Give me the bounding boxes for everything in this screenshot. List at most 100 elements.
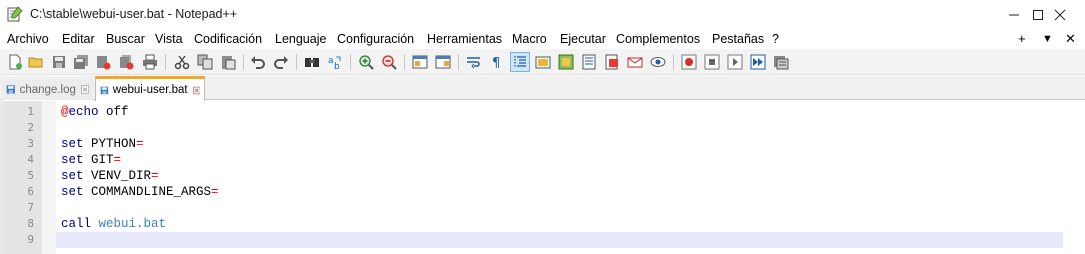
zoom-out-button[interactable] [379,52,399,72]
code-token: set [61,185,84,199]
undo-button[interactable] [248,52,268,72]
redo-button[interactable] [271,52,291,72]
paste-button[interactable] [218,52,238,72]
svg-text:¶: ¶ [492,56,500,70]
toolbar-separator [404,54,405,70]
menu-pestanas[interactable]: Pestañas [712,32,764,46]
sync-horizontal-icon [435,55,451,69]
tab-change-log[interactable]: change.log [2,79,93,100]
menu-vista[interactable]: Vista [155,32,183,46]
menu-buscar[interactable]: Buscar [106,32,145,46]
cut-icon [174,55,190,70]
paste-icon [222,56,236,70]
code-line[interactable]: @echo off [61,104,129,120]
toolbar-separator [350,54,351,70]
code-line[interactable]: set GIT= [61,152,121,168]
sync-horizontal-scroll-button[interactable] [433,52,453,72]
new-tab-plus-button[interactable]: + [1018,31,1026,46]
line-number: 2 [27,121,34,134]
code-token: = [136,137,144,151]
replace-button[interactable]: ab [325,52,345,72]
code-token: off [98,105,129,119]
indent-guide-button[interactable] [510,52,530,72]
code-token: GIT [83,153,114,167]
menu-ejecutar[interactable]: Ejecutar [560,32,606,46]
show-all-characters-button[interactable]: ¶ [487,52,507,72]
close-tab-icon[interactable] [192,85,200,96]
function-list-button[interactable] [579,52,599,72]
document-list-button[interactable] [625,52,645,72]
menu-macro[interactable]: Macro [512,32,547,46]
open-file-button[interactable] [26,52,46,72]
saved-file-icon [100,86,109,94]
monitoring-button[interactable] [648,52,668,72]
line-number: 7 [27,201,34,214]
close-document-button[interactable]: ✕ [1065,31,1076,47]
fold-margin [42,101,56,254]
menu-configuracion[interactable]: Configuración [337,32,414,46]
udl-icon [535,56,551,69]
close-window-button[interactable] [1037,0,1083,30]
cut-button[interactable] [172,52,192,72]
document-map-button[interactable] [556,52,576,72]
close-tab-icon[interactable] [80,84,89,95]
menu-help[interactable]: ? [772,32,779,46]
code-token: VENV_DIR [83,169,152,183]
find-button[interactable] [302,52,322,72]
menu-herramientas[interactable]: Herramientas [427,32,502,46]
word-wrap-button[interactable] [464,52,484,72]
tab-label: webui-user.bat [112,84,188,96]
record-macro-icon [681,54,697,70]
function-list-icon [582,54,596,70]
save-all-icon [74,55,88,69]
word-wrap-icon [467,57,480,69]
save-macro-button[interactable] [771,52,791,72]
close-icon [97,56,111,70]
toolbar-separator [165,54,166,70]
print-icon [143,54,157,70]
svg-text:b: b [334,62,340,70]
folder-as-workspace-button[interactable] [602,52,622,72]
menu-complementos[interactable]: Complementos [616,32,700,46]
line-number: 8 [27,217,34,230]
stop-recording-button[interactable] [702,52,722,72]
svg-text:a: a [328,56,334,66]
toolbar: ab ¶ [0,49,1085,75]
tab-list-dropdown-button[interactable]: ▼ [1042,33,1053,45]
menu-editar[interactable]: Editar [62,32,95,46]
udl-button[interactable] [533,52,553,72]
sync-vertical-scroll-button[interactable] [410,52,430,72]
line-number: 5 [27,169,34,182]
code-line[interactable]: set PYTHON= [61,136,144,152]
copy-button[interactable] [195,52,215,72]
menu-codificacion[interactable]: Codificación [194,32,262,46]
indent-guide-icon [514,56,526,68]
show-all-chars-icon: ¶ [492,56,500,70]
code-line[interactable]: set COMMANDLINE_ARGS= [61,184,219,200]
save-all-button[interactable] [71,52,91,72]
code-token: set [61,153,84,167]
tab-webui-user-bat[interactable]: webui-user.bat [95,76,205,101]
code-line[interactable]: call webui.bat [61,216,166,232]
save-icon [53,56,65,68]
close-button[interactable] [93,52,113,72]
saved-file-icon [6,85,15,94]
print-button[interactable] [140,52,160,72]
toolbar-separator [243,54,244,70]
new-file-button[interactable] [5,52,25,72]
open-file-icon [28,57,43,68]
code-line[interactable]: set VENV_DIR= [61,168,159,184]
copy-icon [197,54,213,70]
playback-macro-button[interactable] [725,52,745,72]
folder-workspace-icon [605,54,618,70]
close-all-button[interactable] [116,52,136,72]
record-macro-button[interactable] [679,52,699,72]
menu-lenguaje[interactable]: Lenguaje [275,32,326,46]
run-macro-multiple-button[interactable] [748,52,768,72]
zoom-in-button[interactable] [356,52,376,72]
zoom-out-icon [382,55,397,70]
save-button[interactable] [49,52,69,72]
menu-archivo[interactable]: Archivo [7,32,49,46]
notepad-plus-plus-icon [7,6,23,22]
maximize-button[interactable] [992,0,1043,30]
